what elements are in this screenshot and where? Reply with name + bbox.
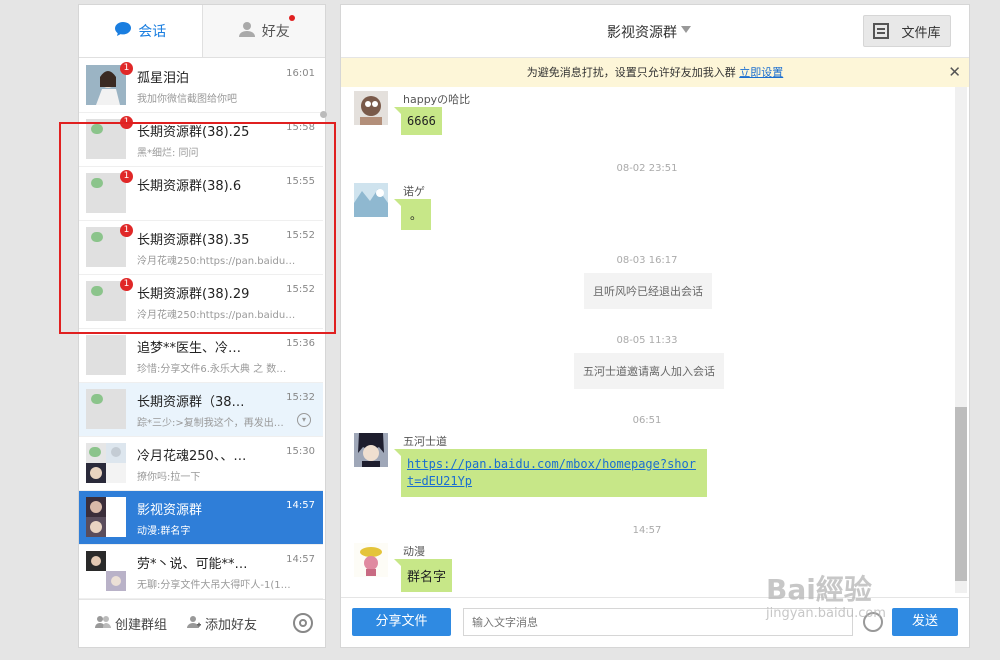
- group-avatar: [86, 389, 126, 429]
- conversation-time: 15:36: [286, 338, 315, 349]
- conversation-preview: 撩你吗:拉一下: [137, 472, 201, 483]
- message-sender: 五河士道: [403, 435, 447, 448]
- group-avatar: [86, 443, 126, 483]
- conversation-name: 长期资源群（38…: [137, 395, 245, 410]
- conversation-time: 14:57: [286, 554, 315, 565]
- add-friend-button[interactable]: 添加好友: [187, 614, 257, 633]
- group-avatar: [86, 335, 126, 375]
- tab-label: 好友: [261, 24, 290, 40]
- message-timestamp: 14:57: [632, 525, 662, 536]
- list-item[interactable]: 劳*丶说、可能**… 14:57 无聊:分享文件大吊大得吓人-1(1…: [79, 545, 323, 599]
- group-avatar: [86, 551, 126, 591]
- tab-label: 会话: [138, 24, 167, 40]
- message-bubble: 。: [393, 199, 432, 230]
- group-chat-icon: [91, 394, 103, 404]
- person-icon: [238, 20, 256, 42]
- message-area: happyの哈比 6666 08-02 23:51 诺ゲ 。 08-03 16:…: [341, 87, 969, 599]
- message-bubble: 群名字: [393, 559, 453, 592]
- message-timestamp: 08-05 11:33: [616, 335, 678, 346]
- share-file-button[interactable]: 分享文件: [352, 608, 451, 636]
- notice-banner: 为避免消息打扰，设置只允许好友加我入群 立即设置 ✕: [341, 58, 969, 87]
- watermark-url: jingyan.baidu.com: [766, 606, 886, 621]
- avatar[interactable]: [354, 183, 388, 217]
- message-bubble: 6666: [394, 107, 442, 135]
- message-link[interactable]: https://pan.baidu.com/mbox/homepage?shor…: [394, 449, 707, 497]
- chat-bubble-icon: [114, 21, 132, 41]
- message-timestamp: 08-03 16:17: [616, 255, 678, 266]
- chat-scrollbar[interactable]: [955, 87, 967, 593]
- highlight-annotation-box: [59, 122, 336, 334]
- people-icon: [95, 615, 111, 633]
- conversation-preview: 无聊:分享文件大吊大得吓人-1(1…: [137, 580, 291, 591]
- conversation-time: 14:57: [286, 500, 315, 511]
- avatar[interactable]: [354, 433, 388, 467]
- conversation-preview: 踪*三少:>复制我这个，再发出…: [137, 418, 284, 429]
- conversation-name: 影视资源群: [137, 503, 203, 518]
- conversation-time: 15:30: [286, 446, 315, 457]
- notification-dot: [289, 15, 295, 21]
- panel-tabs: 会话 好友: [79, 5, 325, 58]
- add-friend-label: 添加好友: [205, 618, 258, 633]
- create-group-button[interactable]: 创建群组: [95, 614, 167, 633]
- conversation-time: 15:32: [286, 392, 315, 403]
- chat-title[interactable]: 影视资源群: [607, 22, 677, 42]
- watermark-brand: Bai經验: [766, 573, 872, 606]
- conversation-preview: 珍惜:分享文件6.永乐大典 之 数…: [137, 364, 287, 375]
- message-sender: 动漫: [403, 545, 425, 558]
- avatar[interactable]: [354, 91, 388, 125]
- message-timestamp: 06:51: [632, 415, 662, 426]
- scrollbar-thumb[interactable]: [955, 407, 967, 581]
- left-toolbar: 创建群组 添加好友: [79, 599, 325, 647]
- system-message: 且听风吟已经退出会话: [584, 273, 712, 309]
- list-item[interactable]: 冷月花魂250、、… 15:30 撩你吗:拉一下: [79, 437, 323, 491]
- gear-icon[interactable]: [293, 613, 313, 633]
- list-item-selected[interactable]: 影视资源群 14:57 动漫:群名字: [79, 491, 323, 545]
- conversation-preview: 我加你微信截图给你吧: [137, 94, 237, 105]
- conversation-name: 孤星泪泊: [137, 71, 190, 86]
- unread-badge: 1: [120, 62, 133, 75]
- notice-settings-link[interactable]: 立即设置: [739, 66, 783, 79]
- chevron-down-icon[interactable]: ▾: [297, 413, 311, 427]
- conversation-name: 冷月花魂250、、…: [137, 449, 247, 464]
- conversation-preview: 动漫:群名字: [137, 526, 191, 537]
- system-message: 五河士道邀请离人加入会话: [574, 353, 724, 389]
- add-person-icon: [187, 615, 202, 633]
- list-item[interactable]: 长期资源群（38… 15:32 踪*三少:>复制我这个，再发出… ▾: [79, 383, 323, 437]
- list-item[interactable]: 追梦**医生、冷… 15:36 珍惜:分享文件6.永乐大典 之 数…: [79, 329, 323, 383]
- caret-down-icon[interactable]: [681, 26, 691, 33]
- file-library-label: 文件库: [901, 25, 941, 41]
- message-sender: happyの哈比: [403, 93, 471, 106]
- watermark: Bai經验 jingyan.baidu.com: [766, 568, 886, 621]
- chat-panel: 影视资源群 文件库 为避免消息打扰，设置只允许好友加我入群 立即设置 ✕ hap…: [340, 4, 970, 648]
- send-button[interactable]: 发送: [892, 608, 958, 636]
- close-icon[interactable]: ✕: [948, 58, 961, 87]
- message-sender: 诺ゲ: [403, 185, 425, 198]
- avatar[interactable]: [354, 543, 388, 577]
- message-timestamp: 08-02 23:51: [616, 163, 678, 174]
- list-scrollbar[interactable]: [320, 111, 327, 118]
- group-avatar: [86, 497, 126, 537]
- file-library-button[interactable]: 文件库: [863, 15, 951, 47]
- chat-header: 影视资源群 文件库: [341, 5, 969, 58]
- conversation-name: 劳*丶说、可能**…: [137, 557, 248, 572]
- notice-text: 为避免消息打扰，设置只允许好友加我入群: [526, 66, 740, 79]
- document-icon: [873, 23, 890, 39]
- create-group-label: 创建群组: [115, 618, 168, 633]
- list-item[interactable]: 1 孤星泪泊 16:01 我加你微信截图给你吧: [79, 59, 323, 113]
- tab-friends[interactable]: 好友: [201, 5, 325, 57]
- conversation-time: 16:01: [286, 68, 315, 79]
- conversation-name: 追梦**医生、冷…: [137, 341, 242, 356]
- tab-conversations[interactable]: 会话: [79, 5, 202, 57]
